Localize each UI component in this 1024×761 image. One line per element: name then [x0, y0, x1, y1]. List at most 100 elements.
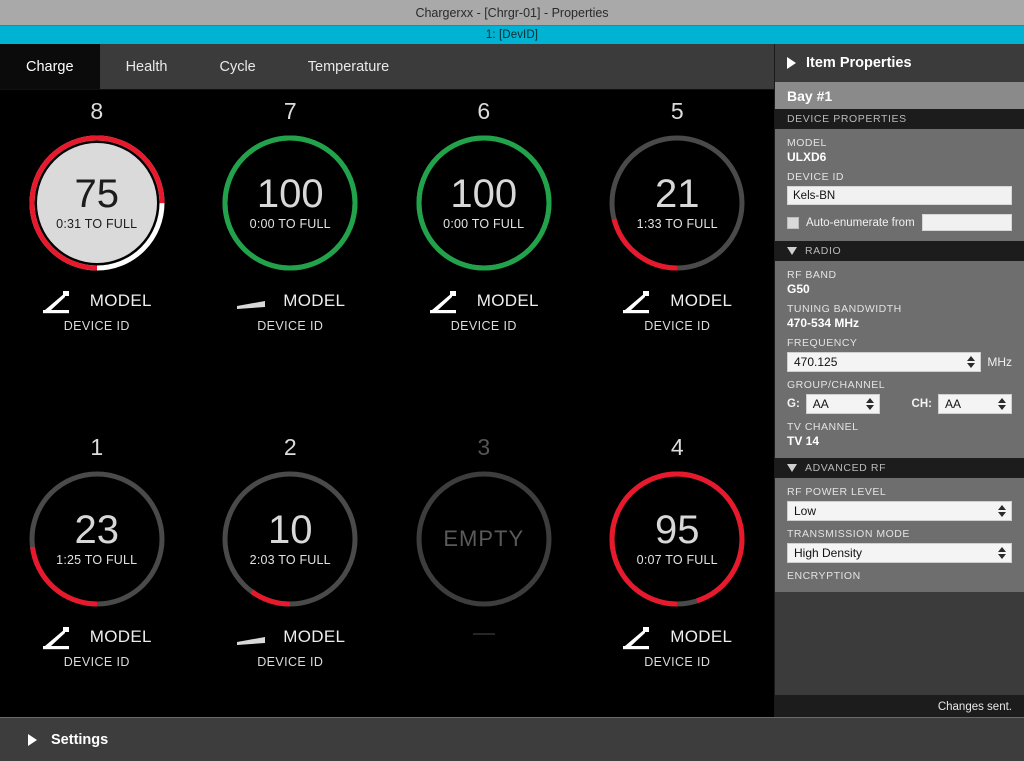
device-id-label: DEVICE ID — [450, 319, 517, 333]
rf-power-row: Low — [787, 501, 1012, 521]
stepper-arrows-icon — [967, 356, 976, 368]
transmission-mode-label: TRANSMISSION MODE — [787, 528, 910, 540]
group-stepper[interactable]: AA — [805, 394, 880, 414]
charge-ring-svg — [222, 135, 358, 271]
model-label: MODEL — [89, 626, 152, 646]
charge-ring[interactable]: 75 0:31 TO FULL — [26, 132, 168, 274]
tab-label: Charge — [26, 58, 74, 75]
bodypack-icon — [237, 301, 266, 309]
bay-device-info: MODEL DEVICE ID — [581, 624, 775, 669]
bay-device-info: MODEL DEVICE ID — [0, 288, 194, 333]
stepper-arrows-icon — [865, 398, 874, 410]
advanced-rf-body: RF POWER LEVEL Low TRANSMISSION MODE Hig… — [775, 478, 1024, 592]
model-label: MODEL — [670, 291, 733, 310]
bay-title: Bay #1 — [775, 82, 1024, 109]
bay-grid: 8 75 0:31 TO FULL MODEL DEVICE ID 7 100 0:00 TO… — [0, 90, 774, 761]
tuning-bandwidth-value: 470-534 MHz — [787, 316, 860, 330]
charge-ring[interactable]: 100 0:00 TO FULL — [219, 132, 361, 274]
charge-ring[interactable]: 23 1:25 TO FULL — [26, 468, 168, 610]
chevron-down-icon — [787, 464, 797, 472]
bay-5[interactable]: 5 21 1:33 TO FULL MODEL DEVICE ID — [581, 90, 775, 426]
radio-section-header[interactable]: RADIO — [775, 241, 1024, 261]
charge-ring[interactable]: 100 0:00 TO FULL — [413, 132, 555, 274]
charge-ring-svg — [609, 135, 745, 271]
transmission-mode-select[interactable]: High Density — [787, 543, 1012, 563]
window-title-bar: Chargerxx - [Chrgr-01] - Properties — [0, 0, 1024, 26]
frequency-stepper[interactable]: 470.125 — [787, 352, 982, 372]
radio-heading: RADIO — [805, 245, 842, 257]
bay-number: 6 — [477, 98, 491, 124]
tab-label: Temperature — [307, 58, 390, 75]
chevron-right-icon — [28, 733, 37, 746]
charge-view: Charge Health Cycle Temperature 8 75 0:31 TO … — [0, 44, 774, 761]
tab-cycle[interactable]: Cycle — [193, 44, 281, 89]
device-id-input[interactable] — [787, 186, 1012, 205]
bay-8[interactable]: 8 75 0:31 TO FULL MODEL DEVICE ID — [0, 90, 194, 426]
bay-3[interactable]: 3 EMPTY — [387, 426, 581, 761]
bay-title-label: Bay #1 — [787, 87, 833, 104]
tab-health[interactable]: Health — [100, 44, 194, 89]
auto-enumerate-checkbox[interactable] — [787, 216, 799, 229]
bay-2[interactable]: 2 10 2:03 TO FULL MODEL DEVICE ID — [194, 426, 388, 761]
rf-band-value: G50 — [787, 282, 810, 296]
model-label: MODEL — [283, 626, 346, 646]
rf-power-level-value: Low — [794, 504, 817, 518]
tab-label: Health — [125, 58, 168, 75]
tab-charge[interactable]: Charge — [0, 44, 100, 89]
bay-number: 8 — [90, 98, 104, 124]
radio-section-body: RF BAND G50 TUNING BANDWIDTH 470-534 MHz… — [775, 261, 1024, 458]
handheld-mic-icon — [42, 291, 69, 314]
bay-7[interactable]: 7 100 0:00 TO FULL MODEL DEVICE ID — [194, 90, 388, 426]
charge-ring-svg — [609, 471, 745, 606]
stepper-arrows-icon — [998, 505, 1006, 517]
group-channel-label: GROUP/CHANNEL — [787, 379, 886, 391]
charge-ring[interactable]: 21 1:33 TO FULL — [606, 132, 748, 274]
bay-number: 5 — [670, 98, 684, 124]
item-properties-header[interactable]: Item Properties — [775, 44, 1024, 82]
device-properties-section-header[interactable]: DEVICE PROPERTIES — [775, 109, 1024, 129]
settings-bar[interactable]: Settings — [0, 717, 1024, 761]
device-id-label: DEVICE ID — [257, 319, 324, 333]
model-row: MODEL — [235, 288, 345, 314]
charge-ring[interactable]: 10 2:03 TO FULL — [219, 468, 361, 610]
bay-device-info — [387, 624, 581, 635]
frequency-label: FREQUENCY — [787, 337, 858, 349]
bay-1[interactable]: 1 23 1:25 TO FULL MODEL DEVICE ID — [0, 426, 194, 761]
auto-enumerate-input[interactable] — [921, 214, 1012, 231]
charge-ring[interactable]: EMPTY — [413, 468, 555, 610]
charge-ring-svg — [29, 135, 165, 271]
model-row: MODEL — [429, 288, 539, 314]
charge-ring-svg — [416, 135, 552, 271]
handheld-mic-icon — [623, 291, 650, 314]
advanced-rf-section-header[interactable]: ADVANCED RF — [775, 458, 1024, 478]
model-row: MODEL — [42, 624, 152, 650]
encryption-label: ENCRYPTION — [787, 570, 861, 582]
rf-power-level-select[interactable]: Low — [787, 501, 1012, 521]
charge-ring[interactable]: 95 0:07 TO FULL — [606, 468, 748, 610]
model-value: ULXD6 — [787, 150, 827, 164]
frequency-unit: MHz — [987, 355, 1012, 369]
tab-temperature[interactable]: Temperature — [282, 44, 415, 89]
model-row: MODEL — [42, 288, 152, 314]
device-selector-bar[interactable]: 1: [DevID] — [0, 26, 1024, 44]
group-channel-row: G: AA CH: AA — [787, 394, 1012, 414]
device-id-label: DEVICE ID — [644, 319, 711, 333]
bay-number: 2 — [283, 433, 297, 460]
tv-channel-label: TV CHANNEL — [787, 421, 859, 433]
status-bar: Changes sent. — [775, 695, 1024, 719]
stepper-arrows-icon — [998, 398, 1006, 410]
channel-stepper[interactable]: AA — [938, 394, 1012, 414]
frequency-row: 470.125 MHz — [787, 352, 1012, 372]
channel-value: AA — [945, 397, 962, 411]
status-message: Changes sent. — [937, 700, 1012, 713]
tuning-bandwidth-label: TUNING BANDWIDTH — [787, 303, 902, 315]
application-window: Chargerxx - [Chrgr-01] - Properties 1: [… — [0, 0, 1024, 761]
bay-number: 4 — [670, 433, 684, 460]
model-label: MODEL — [283, 291, 346, 310]
device-id-label: DEVICE ID — [787, 171, 845, 183]
device-id-label: DEVICE ID — [63, 654, 130, 669]
handheld-mic-icon — [429, 291, 456, 314]
bay-number: 3 — [477, 433, 491, 460]
bay-6[interactable]: 6 100 0:00 TO FULL MODEL DEVICE ID — [387, 90, 581, 426]
bay-4[interactable]: 4 95 0:07 TO FULL MODEL DEVICE ID — [581, 426, 775, 761]
